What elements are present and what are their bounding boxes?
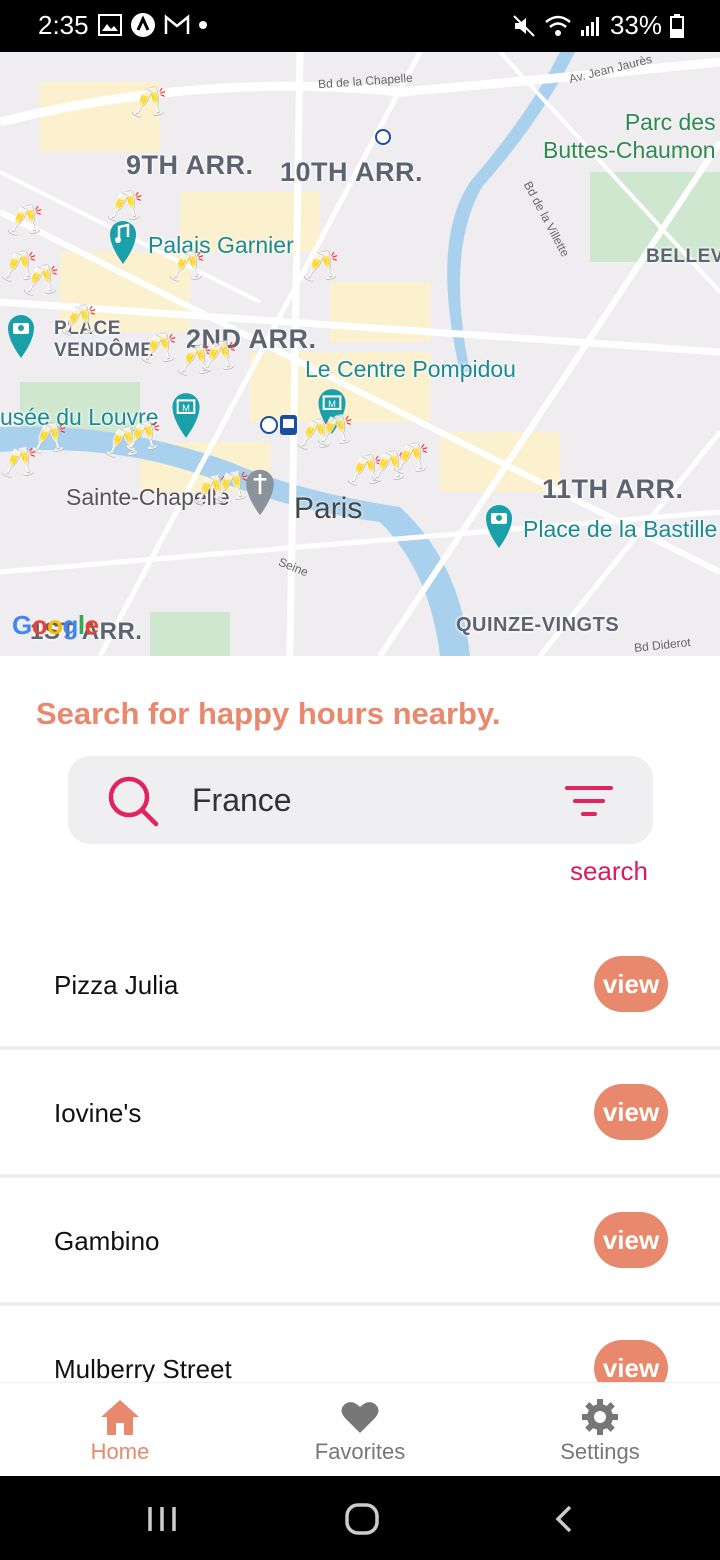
happy-hour-marker-icon[interactable]: 🥂 [200, 342, 237, 372]
search-link[interactable]: search [570, 856, 648, 887]
happy-hour-marker-icon[interactable]: 🥂 [6, 206, 43, 236]
svg-text:M: M [182, 403, 190, 413]
system-icons: 33% [512, 10, 684, 41]
bottom-tab-bar: Home Favorites Settings [0, 1382, 720, 1476]
status-bar: 2:35 33% [0, 0, 720, 52]
map-label-centre-pompidou: Le Centre Pompidou [305, 356, 516, 382]
map-label-bastille: Place de la Bastille [523, 516, 718, 542]
museum-pin-icon[interactable]: M [168, 390, 204, 440]
list-item-name: Iovine's [54, 1098, 142, 1128]
map-label-belleville: BELLEV [646, 246, 720, 267]
wifi-icon [545, 15, 571, 36]
list-item[interactable]: Iovine's view [0, 1050, 720, 1178]
gallery-icon [98, 14, 122, 36]
gear-icon [582, 1399, 618, 1435]
map-label-9th-arr: 9TH ARR. [126, 150, 254, 180]
map-label-buttes-chaumont: Parc des Buttes-Chaumon [543, 109, 716, 163]
home-nav-icon[interactable] [344, 1502, 380, 1536]
camera-pin-icon-2[interactable] [482, 502, 516, 550]
tab-home-label: Home [90, 1439, 150, 1464]
happy-hour-marker-icon[interactable]: 🥂 [22, 266, 59, 296]
battery-percent: 33% [609, 10, 662, 40]
map-label-11th-arr: 11TH ARR. [542, 474, 684, 504]
results-list: Pizza Julia view Iovine's view Gambino v… [0, 922, 720, 1434]
heart-icon [341, 1402, 379, 1433]
view-button[interactable]: view [594, 956, 668, 1012]
gmail-icon [164, 14, 190, 34]
svg-text:M: M [328, 399, 336, 409]
happy-hour-marker-icon[interactable]: 🥂 [212, 472, 249, 502]
list-item-name: Mulberry Street [54, 1354, 232, 1384]
tab-settings-label: Settings [560, 1439, 640, 1464]
list-item-name: Pizza Julia [54, 970, 179, 1000]
system-nav-bar [0, 1476, 720, 1560]
google-logo: Google [12, 610, 99, 640]
happy-hour-marker-icon[interactable]: 🥂 [0, 448, 37, 478]
mute-icon [513, 14, 535, 37]
signal-icon [580, 16, 599, 36]
map-view[interactable]: Bd de la Chapelle Av. Jean Jaurès Bd de … [0, 52, 720, 656]
list-item[interactable]: Pizza Julia view [0, 922, 720, 1050]
battery-icon [670, 13, 684, 38]
music-venue-pin-icon[interactable] [106, 218, 140, 266]
back-icon[interactable] [552, 1504, 576, 1534]
metro-icon[interactable] [260, 414, 298, 436]
tab-favorites[interactable]: Favorites [280, 1397, 440, 1465]
filter-icon[interactable] [565, 784, 613, 818]
happy-hour-marker-icon[interactable]: 🥂 [124, 422, 161, 452]
search-headline: Search for happy hours nearby. [36, 696, 501, 731]
metro-icon-2[interactable] [374, 128, 392, 146]
happy-hour-marker-icon[interactable]: 🥂 [140, 334, 177, 364]
view-button[interactable]: view [594, 1212, 668, 1268]
home-icon [101, 1400, 139, 1435]
happy-hour-marker-icon[interactable]: 🥂 [60, 306, 97, 336]
tab-settings[interactable]: Settings [520, 1397, 680, 1465]
map-label-10th-arr: 10TH ARR. [280, 157, 424, 187]
search-icon[interactable] [106, 774, 160, 828]
happy-hour-marker-icon[interactable]: 🥂 [130, 88, 167, 118]
app-icon [131, 13, 155, 37]
list-item[interactable]: Gambino view [0, 1178, 720, 1306]
dot-icon [199, 21, 207, 29]
tab-home[interactable]: Home [40, 1397, 200, 1465]
happy-hour-marker-icon[interactable]: 🥂 [392, 444, 429, 474]
search-bar[interactable] [68, 756, 653, 844]
list-item-name: Gambino [54, 1226, 160, 1256]
happy-hour-marker-icon[interactable]: 🥂 [316, 416, 353, 446]
status-time: 2:35 [38, 10, 89, 40]
happy-hour-marker-icon[interactable]: 🥂 [302, 252, 339, 282]
view-button[interactable]: view [594, 1084, 668, 1140]
recent-apps-icon[interactable] [146, 1504, 178, 1534]
camera-pin-icon[interactable] [4, 312, 38, 360]
tab-favorites-label: Favorites [314, 1439, 406, 1464]
map-label-paris: Paris [294, 492, 363, 525]
happy-hour-marker-icon[interactable]: 🥂 [168, 252, 205, 282]
happy-hour-marker-icon[interactable]: 🥂 [106, 192, 143, 222]
notification-icons [98, 12, 208, 38]
search-input[interactable] [192, 778, 522, 822]
map-label-quinze-vingts: QUINZE-VINGTS [456, 614, 620, 636]
